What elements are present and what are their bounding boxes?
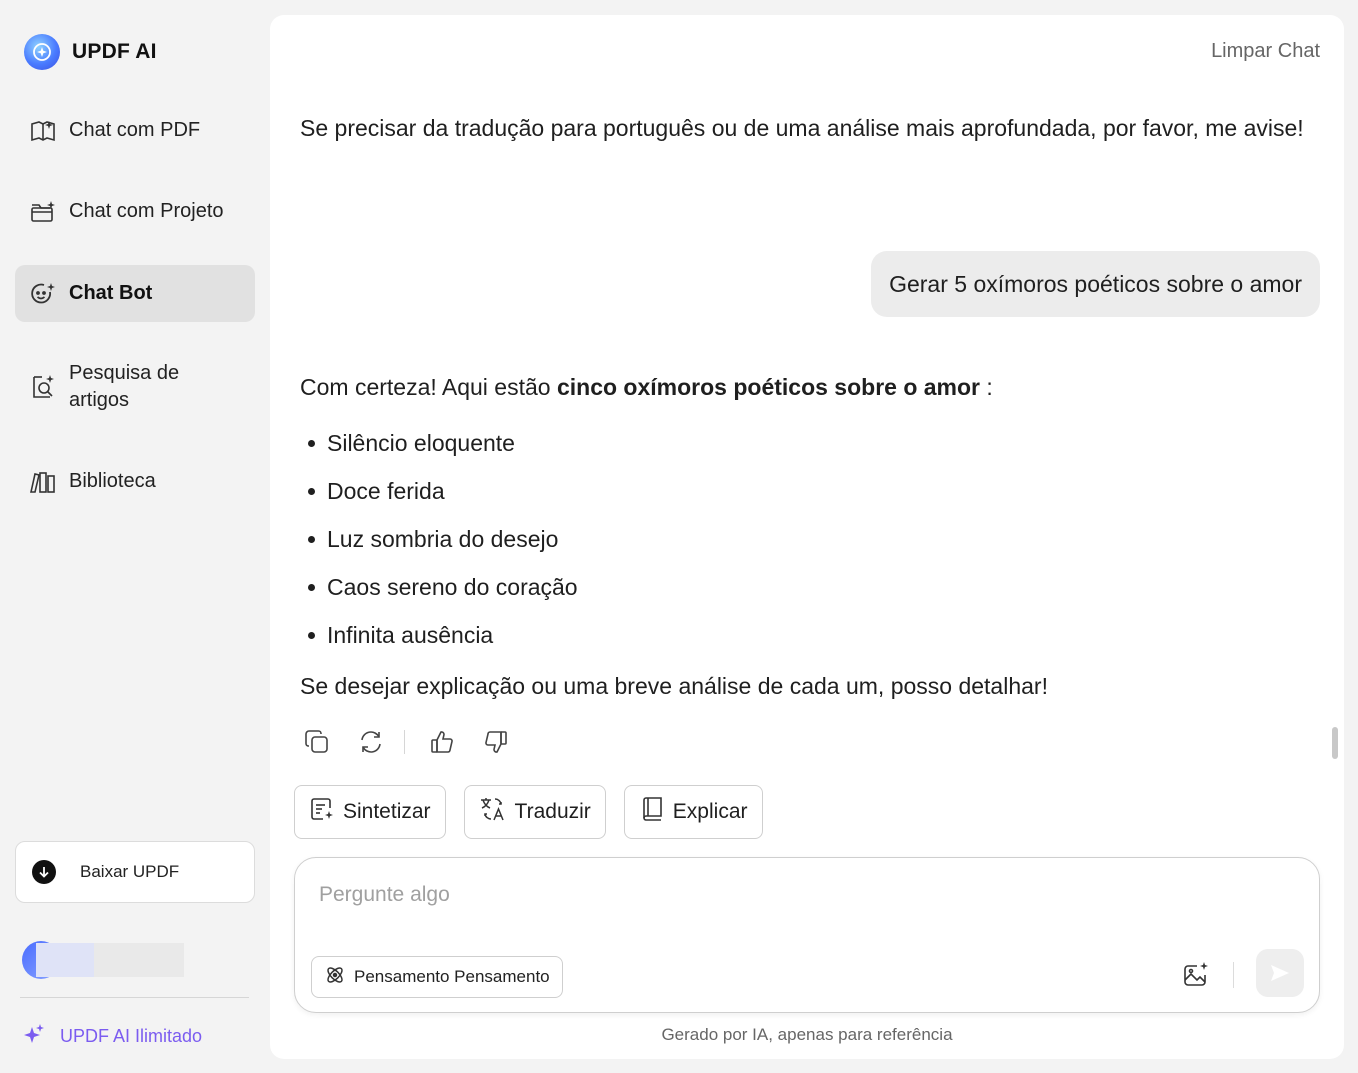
sidebar-item-label: Biblioteca — [69, 470, 156, 492]
assistant-answer-intro: Com certeza! Aqui estão cinco oxímoros p… — [300, 367, 993, 407]
translate-label: Traduzir — [514, 800, 591, 823]
user-message-bubble: Gerar 5 oxímoros poéticos sobre o amor — [871, 251, 1320, 317]
sidebar-item-label: Pesquisa de artigos — [69, 362, 180, 411]
translate-button[interactable]: Traduzir — [463, 785, 606, 839]
list-item: Caos sereno do coração — [308, 563, 578, 611]
copy-icon[interactable] — [300, 725, 334, 759]
clear-chat-button[interactable]: Limpar Chat — [1211, 40, 1320, 63]
send-button[interactable] — [1256, 949, 1304, 997]
summarize-icon — [309, 796, 335, 828]
list-item: Luz sombria do desejo — [308, 515, 578, 563]
brand: UPDF AI — [24, 34, 157, 70]
quick-actions: Sintetizar Traduzir Explicar — [294, 785, 763, 839]
sidebar-item-label: Chat com Projeto — [69, 200, 224, 222]
brand-name: UPDF AI — [72, 40, 157, 63]
document-search-icon — [29, 373, 57, 401]
answer-intro-prefix: Com certeza! Aqui estão — [300, 374, 557, 400]
thumbs-up-icon[interactable] — [425, 725, 459, 759]
regenerate-icon[interactable] — [354, 725, 388, 759]
redacted-name — [36, 943, 96, 977]
user-message-text: Gerar 5 oxímoros poéticos sobre o amor — [889, 270, 1302, 297]
book-icon — [639, 796, 665, 828]
chat-input[interactable] — [319, 878, 1219, 912]
list-item: Silêncio eloquente — [308, 419, 578, 467]
sidebar-item-chat-bot[interactable]: Chat Bot — [15, 265, 255, 322]
sidebar-item-label: Chat Bot — [69, 282, 153, 304]
translate-icon — [479, 795, 507, 829]
list-item: Doce ferida — [308, 467, 578, 515]
updf-ai-logo-icon — [24, 34, 60, 70]
sidebar-item-chat-pdf[interactable]: Chat com PDF — [15, 102, 255, 159]
sidebar-divider — [20, 997, 249, 998]
chat-scrollbar[interactable] — [1332, 727, 1338, 759]
updf-ai-unlimited-link[interactable]: UPDF AI Ilimitado — [22, 1022, 202, 1051]
sparkle-icon — [22, 1022, 46, 1051]
unlimited-label: UPDF AI Ilimitado — [60, 1026, 203, 1046]
download-label: Baixar UPDF — [80, 862, 180, 881]
summarize-button[interactable]: Sintetizar — [294, 785, 446, 839]
chat-panel: Limpar Chat Se precisar da tradução para… — [270, 15, 1344, 1059]
sidebar-item-pesquisa-artigos[interactable]: Pesquisa de artigos — [15, 353, 255, 421]
sidebar-item-biblioteca[interactable]: Biblioteca — [15, 453, 255, 510]
summarize-label: Sintetizar — [343, 800, 431, 823]
folder-sparkle-icon — [29, 198, 57, 226]
download-updf-button[interactable]: Baixar UPDF — [15, 841, 255, 903]
thinking-label: Pensamento Pensamento — [354, 967, 550, 986]
library-icon — [29, 468, 57, 496]
sidebar-item-label: Chat com PDF — [69, 119, 201, 141]
atom-icon — [324, 964, 346, 991]
image-upload-icon[interactable] — [1179, 958, 1213, 992]
answer-intro-suffix: : — [980, 374, 993, 400]
input-divider — [1233, 962, 1234, 988]
redacted-name — [94, 943, 184, 977]
send-icon — [1271, 965, 1289, 981]
thumbs-down-icon[interactable] — [479, 725, 513, 759]
user-profile[interactable] — [22, 941, 184, 979]
explain-label: Explicar — [672, 800, 748, 823]
actions-divider — [404, 730, 405, 754]
bot-face-icon — [29, 280, 57, 308]
list-item: Infinita ausência — [308, 611, 578, 659]
explain-button[interactable]: Explicar — [623, 785, 763, 839]
download-icon — [32, 860, 56, 884]
assistant-answer-outro: Se desejar explicação ou uma breve análi… — [300, 673, 1048, 699]
sidebar: UPDF AI Chat com PDF Chat com Projeto Ch… — [0, 0, 270, 1073]
assistant-previous-message: Se precisar da tradução para português o… — [300, 115, 1304, 141]
answer-list: Silêncio eloquente Doce ferida Luz sombr… — [308, 419, 578, 659]
sidebar-item-chat-projeto[interactable]: Chat com Projeto — [15, 183, 255, 240]
message-actions — [300, 725, 533, 759]
book-open-icon — [29, 117, 57, 145]
chat-input-box: Pensamento Pensamento — [294, 857, 1320, 1013]
ai-disclaimer: Gerado por IA, apenas para referência — [661, 1025, 953, 1044]
thinking-toggle-button[interactable]: Pensamento Pensamento — [311, 956, 563, 998]
answer-intro-bold: cinco oxímoros poéticos sobre o amor — [556, 374, 981, 400]
